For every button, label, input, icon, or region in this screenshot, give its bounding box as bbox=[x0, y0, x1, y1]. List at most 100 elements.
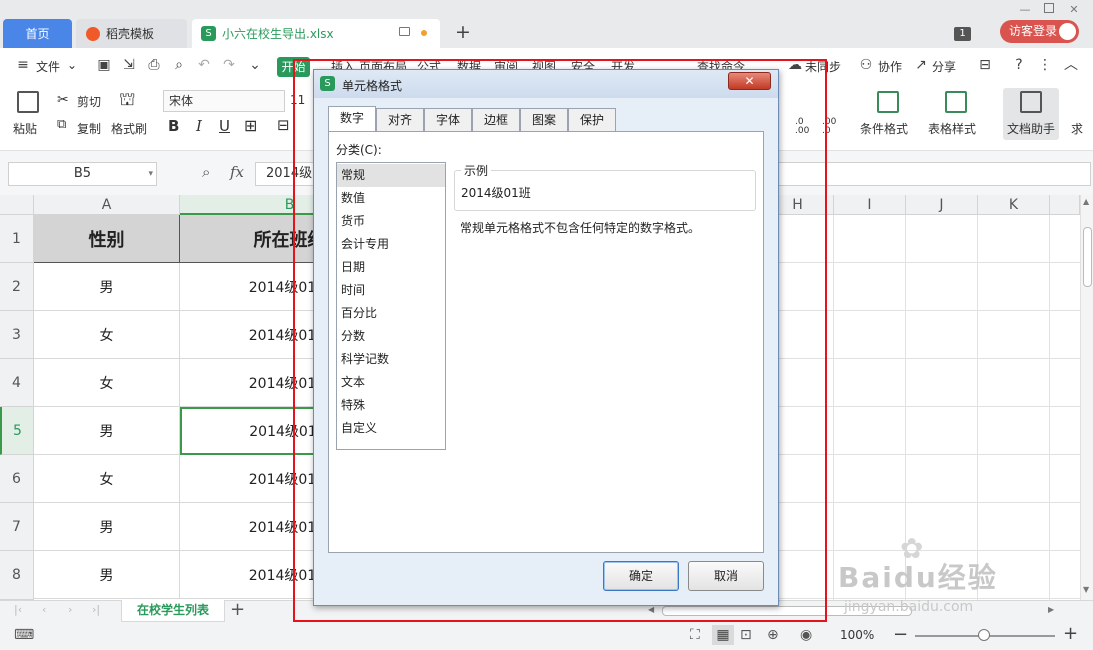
decrease-decimal-icon[interactable]: .00.0 bbox=[822, 118, 836, 136]
normal-view-icon[interactable]: ▦ bbox=[712, 625, 734, 645]
category-currency[interactable]: 货币 bbox=[337, 210, 445, 233]
border-icon[interactable]: ⊞ bbox=[244, 116, 257, 135]
zoom-in-icon[interactable]: + bbox=[1063, 623, 1078, 644]
select-all-corner[interactable] bbox=[0, 195, 34, 215]
fullscreen-icon[interactable]: ⛶ bbox=[690, 627, 700, 643]
new-tab-button[interactable]: + bbox=[455, 21, 471, 43]
zoom-level[interactable]: 100% bbox=[840, 628, 874, 642]
export-icon[interactable]: ⇲ bbox=[120, 56, 138, 74]
scissors-icon[interactable]: ✂ bbox=[57, 92, 69, 108]
zoom-out-icon[interactable]: − bbox=[893, 624, 908, 645]
close-window-icon[interactable]: ✕ bbox=[1067, 3, 1081, 17]
dialog-titlebar[interactable]: S 单元格格式 ✕ bbox=[314, 70, 778, 98]
row-header-6[interactable]: 6 bbox=[0, 455, 34, 503]
scroll-up-icon[interactable]: ▲ bbox=[1083, 197, 1089, 206]
menu-sync[interactable]: 未同步 bbox=[805, 58, 841, 75]
customize-icon[interactable]: ⌄ bbox=[246, 56, 264, 74]
category-percentage[interactable]: 百分比 bbox=[337, 302, 445, 325]
header-cell-gender[interactable]: 性别 bbox=[34, 215, 180, 263]
doc-assistant-button[interactable]: 文档助手 bbox=[1003, 88, 1059, 140]
sum-button[interactable]: 求 bbox=[1071, 120, 1083, 137]
category-number[interactable]: 数值 bbox=[337, 187, 445, 210]
fill-color-icon[interactable]: ⊟ bbox=[277, 116, 290, 134]
print-icon[interactable]: ⎙ bbox=[145, 56, 163, 74]
tab-templates[interactable]: 稻壳模板 bbox=[76, 19, 187, 48]
column-header-j[interactable]: J bbox=[906, 195, 978, 215]
vertical-scrollbar[interactable]: ▲ ▼ bbox=[1080, 195, 1093, 600]
font-size-value[interactable]: 11 bbox=[290, 93, 305, 107]
page-layout-view-icon[interactable]: ⊕ bbox=[767, 627, 779, 643]
add-sheet-icon[interactable]: + bbox=[230, 599, 245, 620]
scroll-right-icon[interactable]: ▶ bbox=[1048, 605, 1054, 614]
italic-button[interactable]: I bbox=[196, 117, 202, 135]
menu-collab[interactable]: 协作 bbox=[878, 58, 902, 75]
cell-a8[interactable]: 男 bbox=[34, 551, 180, 599]
row-header-5[interactable]: 5 bbox=[0, 407, 34, 455]
category-text[interactable]: 文本 bbox=[337, 371, 445, 394]
cell-a4[interactable]: 女 bbox=[34, 359, 180, 407]
category-date[interactable]: 日期 bbox=[337, 256, 445, 279]
monitor-icon[interactable] bbox=[399, 27, 410, 36]
category-custom[interactable]: 自定义 bbox=[337, 417, 445, 440]
dialog-tab-protection[interactable]: 保护 bbox=[568, 108, 616, 131]
cell-a5[interactable]: 男 bbox=[34, 407, 180, 455]
chevron-down-icon[interactable]: ⌄ bbox=[67, 58, 77, 72]
paste-icon[interactable] bbox=[17, 91, 39, 113]
cell-a6[interactable]: 女 bbox=[34, 455, 180, 503]
category-accounting[interactable]: 会计专用 bbox=[337, 233, 445, 256]
bold-button[interactable]: B bbox=[168, 117, 179, 135]
cell-a7[interactable]: 男 bbox=[34, 503, 180, 551]
conditional-format-icon[interactable] bbox=[877, 91, 899, 113]
column-header-i[interactable]: I bbox=[834, 195, 906, 215]
column-header-k[interactable]: K bbox=[978, 195, 1050, 215]
row-header-1[interactable]: 1 bbox=[0, 215, 34, 263]
dialog-tab-pattern[interactable]: 图案 bbox=[520, 108, 568, 131]
print-preview-icon[interactable]: ⌕ bbox=[170, 56, 188, 74]
dialog-tab-border[interactable]: 边框 bbox=[472, 108, 520, 131]
first-sheet-icon[interactable]: |‹ bbox=[14, 603, 22, 616]
category-time[interactable]: 时间 bbox=[337, 279, 445, 302]
more-icon[interactable]: ⋮ bbox=[1036, 56, 1054, 74]
dialog-tab-number[interactable]: 数字 bbox=[328, 106, 376, 131]
increase-decimal-icon[interactable]: .0.00 bbox=[795, 118, 809, 136]
dialog-close-button[interactable]: ✕ bbox=[728, 72, 771, 90]
copy-icon[interactable]: ⧉ bbox=[57, 117, 66, 132]
cancel-button[interactable]: 取消 bbox=[688, 561, 764, 591]
ok-button[interactable]: 确定 bbox=[603, 561, 679, 591]
collapse-ribbon-icon[interactable]: ︿ bbox=[1062, 56, 1080, 74]
help-icon[interactable]: ? bbox=[1010, 56, 1028, 74]
zoom-slider-thumb[interactable] bbox=[978, 629, 990, 641]
underline-button[interactable]: U bbox=[219, 117, 230, 135]
font-name-select[interactable]: 宋体 bbox=[163, 90, 285, 112]
scroll-down-icon[interactable]: ▼ bbox=[1083, 585, 1089, 594]
row-header-3[interactable]: 3 bbox=[0, 311, 34, 359]
menu-start[interactable]: 开始 bbox=[277, 57, 310, 77]
prev-sheet-icon[interactable]: ‹ bbox=[42, 603, 46, 616]
zoom-search-icon[interactable]: ⌕ bbox=[202, 163, 210, 181]
cell-a2[interactable]: 男 bbox=[34, 263, 180, 311]
format-painter-icon[interactable]: ⛫ bbox=[119, 89, 136, 113]
login-button[interactable]: 访客登录 bbox=[1000, 20, 1079, 43]
hamburger-menu-icon[interactable]: ≡ bbox=[14, 56, 32, 74]
table-style-button[interactable]: 表格样式 bbox=[928, 120, 976, 137]
save-icon[interactable]: ▣ bbox=[95, 56, 113, 74]
toolbar-toggle-icon[interactable]: ⊟ bbox=[976, 56, 994, 74]
tab-file[interactable]: S 小六在校生导出.xlsx bbox=[192, 19, 440, 48]
cell-a3[interactable]: 女 bbox=[34, 311, 180, 359]
category-list[interactable]: 常规 数值 货币 会计专用 日期 时间 百分比 分数 科学记数 文本 特殊 自定… bbox=[336, 162, 446, 450]
zoom-slider[interactable] bbox=[915, 629, 1055, 641]
row-header-8[interactable]: 8 bbox=[0, 551, 34, 600]
category-general[interactable]: 常规 bbox=[337, 164, 445, 187]
dialog-tab-font[interactable]: 字体 bbox=[424, 108, 472, 131]
category-scientific[interactable]: 科学记数 bbox=[337, 348, 445, 371]
row-header-7[interactable]: 7 bbox=[0, 503, 34, 551]
maximize-icon[interactable] bbox=[1042, 3, 1056, 17]
scroll-left-icon[interactable]: ◀ bbox=[648, 605, 654, 614]
undo-icon[interactable]: ↶ bbox=[195, 56, 213, 74]
cut-button[interactable]: 剪切 bbox=[77, 93, 101, 110]
conditional-format-button[interactable]: 条件格式 bbox=[860, 120, 908, 137]
menu-share[interactable]: 分享 bbox=[932, 58, 956, 75]
menu-file[interactable]: 文件 bbox=[36, 58, 60, 75]
last-sheet-icon[interactable]: ›| bbox=[92, 603, 100, 616]
page-break-view-icon[interactable]: ⊡ bbox=[740, 627, 752, 643]
